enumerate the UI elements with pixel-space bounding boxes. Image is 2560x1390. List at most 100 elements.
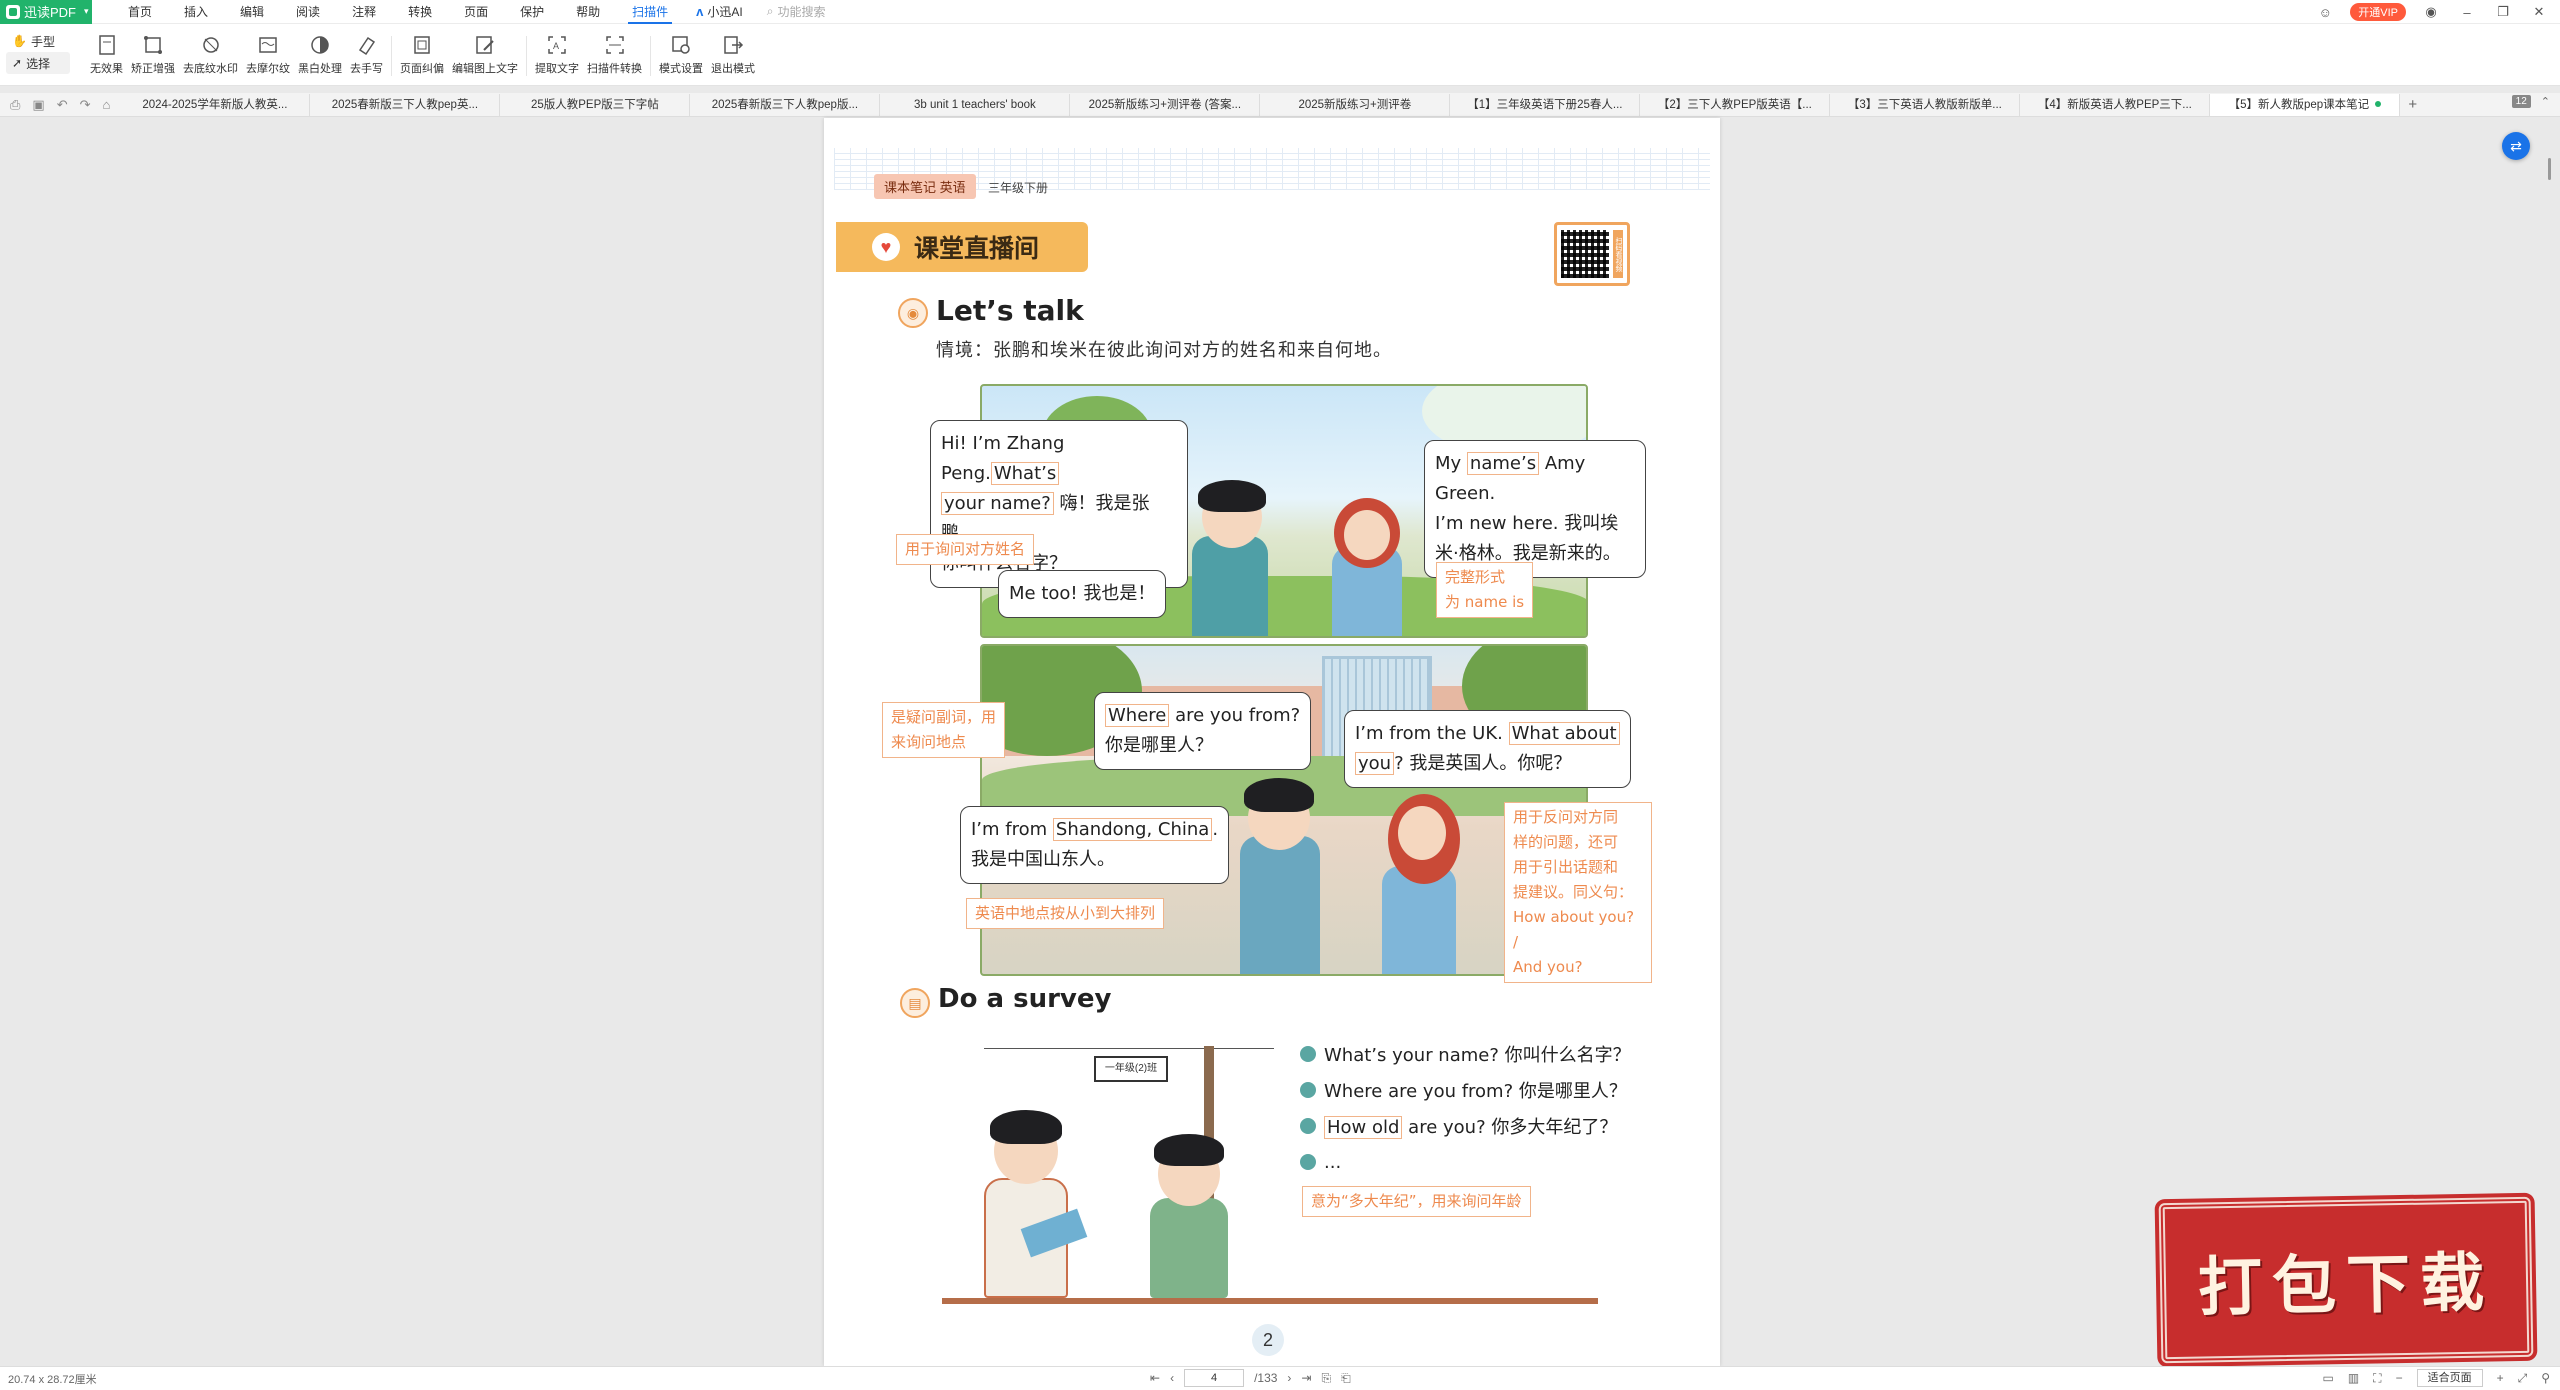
note-line: And you? (1513, 958, 1583, 976)
tool-deskew[interactable]: 页面纠偏 (400, 28, 444, 76)
bubble-text: I’m from (971, 819, 1048, 840)
menu-convert[interactable]: 转换 (392, 0, 448, 24)
doc-tab[interactable]: 2025新版练习+测评卷 (1260, 93, 1451, 116)
chevron-down-icon: ▾ (84, 6, 89, 16)
speech-bubble-where: Where are you from? 你是哪里人？ (1094, 692, 1312, 770)
speech-bubble-metoo: Me too! 我也是！ (998, 570, 1167, 618)
user-avatar-icon[interactable]: ◉ (2420, 4, 2442, 20)
tab-count-badge[interactable]: 12 (2511, 95, 2531, 108)
chevron-up-icon[interactable]: ⌃ (2541, 95, 2550, 108)
tool-remove-moire[interactable]: 去摩尔纹 (246, 28, 290, 76)
note-line: 完整形式 (1445, 568, 1506, 586)
tool-remove-watermark[interactable]: 去底纹水印 (183, 28, 238, 76)
next-page-icon[interactable]: › (1287, 1371, 1291, 1385)
ocr-icon: A (548, 36, 566, 54)
view-forward-icon[interactable]: ⎗ (1341, 1371, 1351, 1386)
cursor-mode-group: ✋ 手型 ➚ 选择 (6, 30, 70, 74)
scrollbar-thumb[interactable] (2548, 158, 2551, 180)
fullscreen-icon[interactable]: ⤢ (2518, 1371, 2528, 1386)
svg-text:A: A (553, 41, 559, 51)
feature-search[interactable]: ⌕ 功能搜索 (755, 3, 838, 20)
question-text: are you? 你多大年纪了？ (1402, 1117, 1618, 1138)
fit-view-icon[interactable]: ⛶ (2373, 1371, 2381, 1386)
zoom-select[interactable]: 适合页面 (2416, 1369, 2483, 1387)
vip-button[interactable]: 开通VIP (2350, 3, 2406, 21)
annotation-note: 英语中地点按从小到大排列 (966, 898, 1165, 929)
tool-scan-convert[interactable]: 扫描件转换 (587, 28, 642, 76)
print-icon[interactable]: ⎙ (10, 97, 20, 113)
tool-no-effect[interactable]: 无效果 (90, 28, 123, 76)
page-navigator: ⇤ ‹ 4 /133 › ⇥ ⎘ ⎗ (1150, 1369, 1351, 1387)
zoom-in-icon[interactable]: + (2497, 1371, 2504, 1385)
menu-ai[interactable]: ʌ 小迅AI (684, 3, 755, 20)
translate-float-button[interactable]: ⇄ (2502, 132, 2530, 160)
highlight-you: you (1355, 752, 1395, 775)
last-page-icon[interactable]: ⇥ (1301, 1371, 1311, 1385)
highlight-how-old: How old (1324, 1116, 1403, 1139)
select-tool[interactable]: ➚ 选择 (6, 52, 70, 74)
tool-remove-handwriting[interactable]: 去手写 (350, 28, 383, 76)
tool-black-white[interactable]: 黑白处理 (298, 28, 342, 76)
scenario-text: 情境：张鹏和埃米在彼此询问对方的姓名和来自何地。 (936, 340, 1392, 361)
save-icon[interactable]: ▣ (32, 97, 44, 113)
menu-read[interactable]: 阅读 (280, 0, 336, 24)
tool-mode-settings-label: 模式设置 (659, 63, 703, 75)
minimize-icon[interactable]: – (2456, 5, 2478, 20)
app-menu-button[interactable]: 迅读PDF ▾ (0, 0, 92, 24)
tool-extract-text[interactable]: A 提取文字 (535, 28, 579, 76)
hand-tool[interactable]: ✋ 手型 (6, 30, 70, 52)
continuous-view-icon[interactable]: ▥ (2348, 1371, 2359, 1385)
download-promo-badge[interactable]: 打包下载 (2158, 1196, 2534, 1364)
undo-icon[interactable]: ↶ (57, 97, 68, 113)
scrollbar[interactable] (2546, 126, 2554, 1326)
tool-mode-settings[interactable]: 模式设置 (659, 28, 703, 76)
new-tab-button[interactable]: + (2400, 96, 2425, 113)
doc-tab[interactable]: 2024-2025学年新版人教英... (120, 93, 311, 116)
first-page-icon[interactable]: ⇤ (1150, 1371, 1160, 1385)
pdf-page: 课本笔记 英语 三年级下册 ♥ 课堂直播间 扫码看视频 ◉ Let’s talk… (824, 118, 1720, 1366)
doc-tab-active[interactable]: 【5】新人教版pep课本笔记 (2210, 93, 2401, 116)
toolbar-divider (526, 36, 527, 76)
app-name: 迅读PDF (24, 5, 77, 20)
pin-icon[interactable]: ⚲ (2541, 1371, 2550, 1385)
page-input[interactable]: 4 (1184, 1369, 1245, 1387)
doc-tab[interactable]: 25版人教PEP版三下字帖 (500, 93, 691, 116)
bubble-text: I’m new here. 我叫埃 (1435, 513, 1619, 534)
menu-protect[interactable]: 保护 (504, 0, 560, 24)
tool-exit-mode[interactable]: 退出模式 (711, 28, 755, 76)
redo-icon[interactable]: ↷ (80, 97, 91, 113)
view-back-icon[interactable]: ⎘ (1321, 1371, 1331, 1386)
doc-tab[interactable]: 【2】三下人教PEP版英语【... (1640, 93, 1831, 116)
menu-help[interactable]: 帮助 (560, 0, 616, 24)
menu-insert[interactable]: 插入 (168, 0, 224, 24)
cursor-icon: ➚ (12, 56, 23, 70)
doc-tab[interactable]: 3b unit 1 teachers' book (880, 93, 1071, 116)
doc-tab[interactable]: 2025春新版三下人教pep版... (690, 93, 881, 116)
note-line: 来询问地点 (891, 733, 967, 751)
message-icon[interactable]: ☺ (2314, 5, 2336, 20)
speech-bubble-amy: My name’s Amy Green. I’m new here. 我叫埃 米… (1424, 440, 1646, 578)
home-icon[interactable]: ⌂ (103, 97, 111, 112)
menu-annotate[interactable]: 注释 (336, 0, 392, 24)
menu-scan[interactable]: 扫描件 (616, 0, 684, 24)
bubble-text: ? 我是英国人。你呢？ (1394, 753, 1572, 774)
close-icon[interactable]: ✕ (2528, 4, 2550, 20)
tool-correct-enhance[interactable]: 矫正增强 (131, 28, 175, 76)
restore-icon[interactable]: ❐ (2492, 4, 2514, 20)
menu-home[interactable]: 首页 (112, 0, 168, 24)
speech-bubble-uk: I’m from the UK. What about you? 我是英国人。你… (1344, 710, 1631, 788)
prev-page-icon[interactable]: ‹ (1170, 1371, 1174, 1385)
menu-page[interactable]: 页面 (448, 0, 504, 24)
doc-tab[interactable]: 【1】三年级英语下册25春人... (1450, 93, 1641, 116)
doc-tab[interactable]: 2025新版练习+测评卷 (答案... (1070, 93, 1261, 116)
doc-tab[interactable]: 【3】三下英语人教版新版单... (1830, 93, 2021, 116)
doc-tab[interactable]: 2025春新版三下人教pep英... (310, 93, 501, 116)
menu-edit[interactable]: 编辑 (224, 0, 280, 24)
doc-tab[interactable]: 【4】新版英语人教PEP三下... (2020, 93, 2211, 116)
document-viewer[interactable]: 课本笔记 英语 三年级下册 ♥ 课堂直播间 扫码看视频 ◉ Let’s talk… (0, 118, 2560, 1366)
tool-remove-handwriting-label: 去手写 (350, 63, 383, 75)
zoom-out-icon[interactable]: − (2396, 1371, 2403, 1385)
tool-edit-image-text[interactable]: 编辑图上文字 (452, 28, 518, 76)
single-page-view-icon[interactable]: ▭ (2322, 1371, 2333, 1385)
question-text: ... (1324, 1151, 1342, 1173)
